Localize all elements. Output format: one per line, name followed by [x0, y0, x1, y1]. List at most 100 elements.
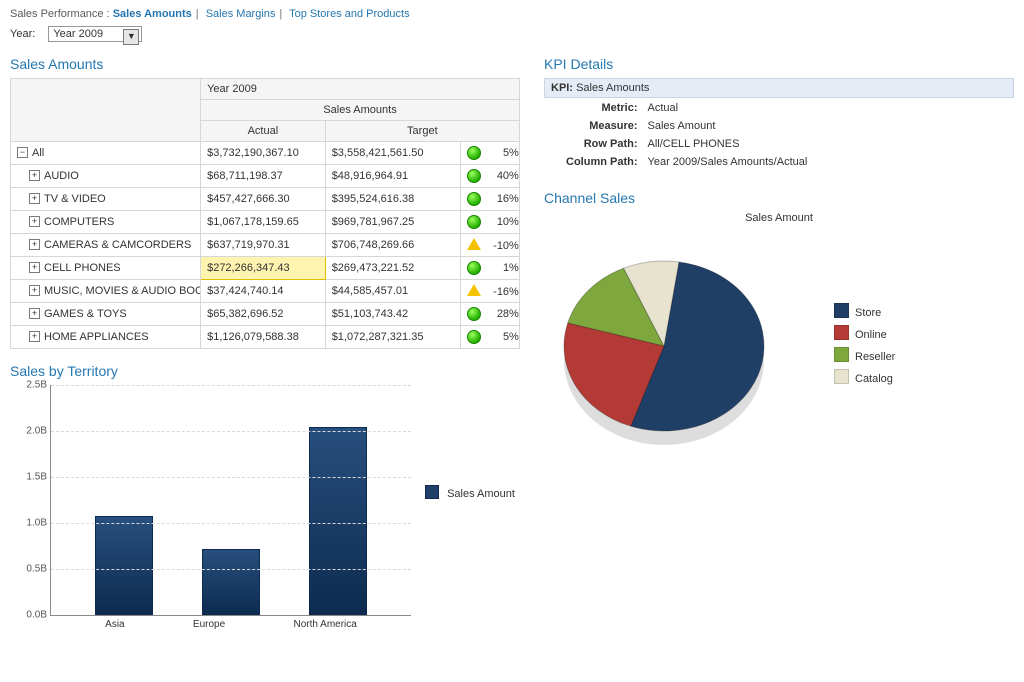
x-tick-label: Europe: [193, 619, 225, 630]
breadcrumb-item[interactable]: Top Stores and Products: [289, 8, 409, 20]
actual-cell[interactable]: $457,427,666.30: [201, 188, 326, 211]
variance-cell: -10%: [460, 234, 519, 257]
expand-icon[interactable]: +: [29, 262, 40, 273]
variance-cell: 40%: [460, 165, 519, 188]
year-select[interactable]: Year 2009 ▼: [48, 26, 142, 42]
kpi-rowpath-label: Row Path:: [546, 136, 640, 152]
variance-cell: -16%: [460, 280, 519, 303]
expand-icon[interactable]: +: [29, 170, 40, 181]
chevron-down-icon: ▼: [123, 29, 139, 45]
target-cell: $48,916,964.91: [325, 165, 460, 188]
row-label-cell[interactable]: +TV & VIDEO: [11, 188, 201, 211]
actual-cell[interactable]: $65,382,696.52: [201, 303, 326, 326]
actual-cell[interactable]: $272,266,347.43: [201, 257, 326, 280]
status-warn-icon: [467, 284, 481, 296]
gridline: [51, 477, 411, 478]
breadcrumb: Sales Performance : Sales Amounts | Sales…: [10, 8, 1014, 20]
table-row[interactable]: +CELL PHONES$272,266,347.43$269,473,221.…: [11, 257, 520, 280]
actual-cell[interactable]: $1,067,178,159.65: [201, 211, 326, 234]
row-label-cell[interactable]: +AUDIO: [11, 165, 201, 188]
gridline: [51, 569, 411, 570]
actual-cell[interactable]: $68,711,198.37: [201, 165, 326, 188]
target-cell: $51,103,743.42: [325, 303, 460, 326]
row-label-cell[interactable]: +CAMERAS & CAMCORDERS: [11, 234, 201, 257]
pie-legend-item: Store: [834, 303, 895, 319]
channel-sales-chart: StoreOnlineResellerCatalog: [544, 234, 1014, 454]
row-label-cell[interactable]: +COMPUTERS: [11, 211, 201, 234]
col-actual: Actual: [201, 121, 326, 142]
y-tick-label: 0.5B: [11, 564, 47, 575]
table-row[interactable]: +HOME APPLIANCES$1,126,079,588.38$1,072,…: [11, 326, 520, 349]
kpi-header-label: KPI:: [551, 82, 573, 94]
variance-value: 40%: [485, 170, 519, 182]
actual-cell[interactable]: $637,719,970.31: [201, 234, 326, 257]
kpi-rowpath-value: All/CELL PHONES: [642, 136, 814, 152]
separator: |: [279, 8, 282, 20]
variance-value: 28%: [485, 308, 519, 320]
variance-cell: 5%: [460, 142, 519, 165]
kpi-header-value: Sales Amounts: [576, 82, 649, 94]
y-tick-label: 1.5B: [11, 472, 47, 483]
status-warn-icon: [467, 238, 481, 250]
row-label-cell[interactable]: +GAMES & TOYS: [11, 303, 201, 326]
kpi-details-title: KPI Details: [544, 56, 1014, 72]
expand-icon[interactable]: +: [29, 216, 40, 227]
row-label-cell[interactable]: −All: [11, 142, 201, 165]
table-year-header: Year 2009: [201, 79, 520, 100]
bar-chart-legend-label: Sales Amount: [447, 488, 515, 500]
table-row[interactable]: −All$3,732,190,367.10$3,558,421,561.505%: [11, 142, 520, 165]
actual-cell[interactable]: $37,424,740.14: [201, 280, 326, 303]
row-label-cell[interactable]: +CELL PHONES: [11, 257, 201, 280]
variance-cell: 5%: [460, 326, 519, 349]
gridline: [51, 523, 411, 524]
row-label-cell[interactable]: +HOME APPLIANCES: [11, 326, 201, 349]
expand-icon[interactable]: +: [29, 285, 40, 296]
sales-by-territory-chart: AsiaEuropeNorth America 0.0B0.5B1.0B1.5B…: [10, 385, 520, 645]
breadcrumb-item[interactable]: Sales Margins: [206, 8, 276, 20]
table-row[interactable]: +GAMES & TOYS$65,382,696.52$51,103,743.4…: [11, 303, 520, 326]
breadcrumb-item: Sales Amounts: [113, 8, 192, 20]
variance-value: 16%: [485, 193, 519, 205]
actual-cell[interactable]: $3,732,190,367.10: [201, 142, 326, 165]
pie-chart-svg: [544, 234, 804, 454]
variance-value: 5%: [485, 331, 519, 343]
legend-swatch-icon: [834, 303, 849, 318]
kpi-colpath-label: Column Path:: [546, 154, 640, 170]
pie-legend-item: Online: [834, 325, 895, 341]
expand-icon[interactable]: +: [29, 193, 40, 204]
table-row[interactable]: +MUSIC, MOVIES & AUDIO BOOKS$37,424,740.…: [11, 280, 520, 303]
expand-icon[interactable]: +: [29, 308, 40, 319]
status-ok-icon: [467, 215, 481, 229]
kpi-measure-value: Sales Amount: [642, 118, 814, 134]
table-row[interactable]: +AUDIO$68,711,198.37$48,916,964.91 40%: [11, 165, 520, 188]
bar: [95, 516, 153, 615]
separator: |: [196, 8, 199, 20]
target-cell: $44,585,457.01: [325, 280, 460, 303]
table-row[interactable]: +CAMERAS & CAMCORDERS$637,719,970.31$706…: [11, 234, 520, 257]
variance-value: 5%: [485, 147, 519, 159]
status-ok-icon: [467, 261, 481, 275]
kpi-measure-label: Measure:: [546, 118, 640, 134]
row-label-cell[interactable]: +MUSIC, MOVIES & AUDIO BOOKS: [11, 280, 201, 303]
variance-value: -10%: [485, 240, 519, 252]
gridline: [51, 385, 411, 386]
sales-amounts-title: Sales Amounts: [10, 56, 520, 72]
target-cell: $1,072,287,321.35: [325, 326, 460, 349]
target-cell: $269,473,221.52: [325, 257, 460, 280]
table-row[interactable]: +TV & VIDEO$457,427,666.30$395,524,616.3…: [11, 188, 520, 211]
expand-icon[interactable]: +: [29, 331, 40, 342]
variance-cell: 1%: [460, 257, 519, 280]
kpi-metric-label: Metric:: [546, 100, 640, 116]
pie-legend-item: Catalog: [834, 369, 895, 385]
table-row[interactable]: +COMPUTERS$1,067,178,159.65$969,781,967.…: [11, 211, 520, 234]
actual-cell[interactable]: $1,126,079,588.38: [201, 326, 326, 349]
target-cell: $969,781,967.25: [325, 211, 460, 234]
expand-icon[interactable]: +: [29, 239, 40, 250]
status-ok-icon: [467, 146, 481, 160]
breadcrumb-prefix: Sales Performance :: [10, 8, 110, 20]
collapse-icon[interactable]: −: [17, 147, 28, 158]
status-ok-icon: [467, 330, 481, 344]
year-label: Year:: [10, 28, 35, 40]
kpi-metric-value: Actual: [642, 100, 814, 116]
pie-chart-title: Sales Amount: [544, 212, 1014, 224]
